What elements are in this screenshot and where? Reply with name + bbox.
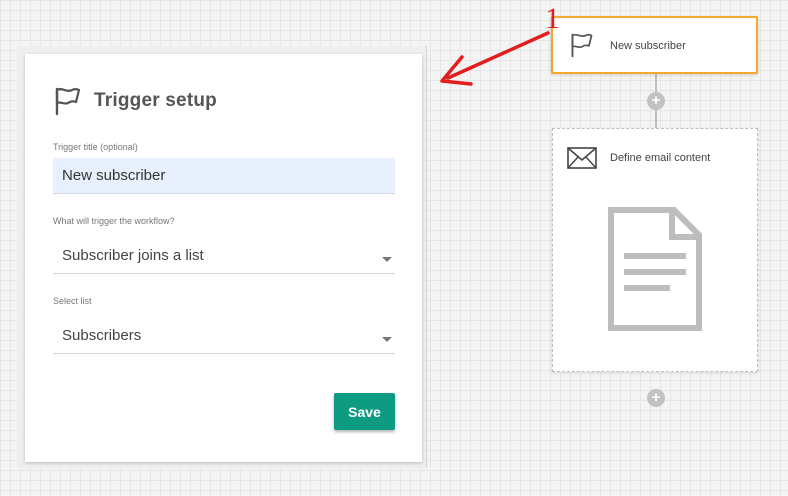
email-node[interactable]: Define email content <box>552 128 758 372</box>
panel-header: Trigger setup <box>53 86 217 116</box>
trigger-node-label: New subscriber <box>610 40 686 52</box>
list-select[interactable]: Subscribers <box>53 318 395 354</box>
add-step-button[interactable]: + <box>647 92 665 110</box>
save-button[interactable]: Save <box>334 393 395 430</box>
trigger-title-label: Trigger title (optional) <box>53 142 138 152</box>
document-icon <box>608 207 702 331</box>
caret-down-icon <box>382 337 392 342</box>
trigger-setup-panel: Trigger setup Trigger title (optional) W… <box>25 54 422 462</box>
email-node-label: Define email content <box>610 152 711 164</box>
annotation-number: 1 <box>545 2 560 35</box>
list-select-value: Subscribers <box>62 327 142 344</box>
add-step-button[interactable]: + <box>647 389 665 407</box>
caret-down-icon <box>382 257 392 262</box>
envelope-icon <box>567 147 597 169</box>
trigger-node[interactable]: New subscriber <box>551 16 758 74</box>
select-list-label: Select list <box>53 296 92 306</box>
trigger-title-input[interactable] <box>53 158 395 194</box>
plus-icon: + <box>651 389 661 406</box>
trigger-type-label: What will trigger the workflow? <box>53 216 175 226</box>
plus-icon: + <box>651 92 661 109</box>
flag-icon <box>55 87 81 116</box>
flag-icon <box>571 33 593 58</box>
trigger-type-value: Subscriber joins a list <box>62 247 204 264</box>
page-title: Trigger setup <box>94 90 217 111</box>
trigger-type-select[interactable]: Subscriber joins a list <box>53 238 395 274</box>
